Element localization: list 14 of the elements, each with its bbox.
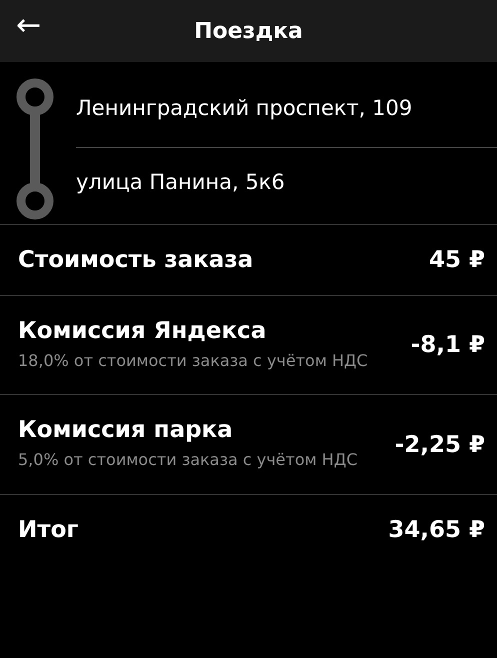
row-amount: 45 ₽: [428, 247, 485, 273]
row-note: 5,0% от стоимости заказа с учётом НДС: [18, 449, 358, 472]
row-title: Комиссия Яндекса: [18, 318, 268, 344]
screen-title: Поездка: [194, 18, 303, 44]
row-amount: -2,25 ₽: [394, 432, 485, 458]
back-button[interactable]: ←: [8, 4, 50, 47]
row-title: Итог: [18, 516, 78, 543]
row-amount: -8,1 ₽: [410, 332, 485, 358]
address-text: Ленинградский проспект, 109: [76, 96, 412, 120]
address-text: улица Панина, 5к6: [76, 170, 285, 194]
row-title: Стоимость заказа: [18, 247, 254, 273]
row-amount: 34,65 ₽: [388, 516, 485, 543]
row-note: 18,0% от стоимости заказа с учётом НДС: [18, 350, 368, 372]
row-title: Комиссия парка: [18, 417, 234, 444]
